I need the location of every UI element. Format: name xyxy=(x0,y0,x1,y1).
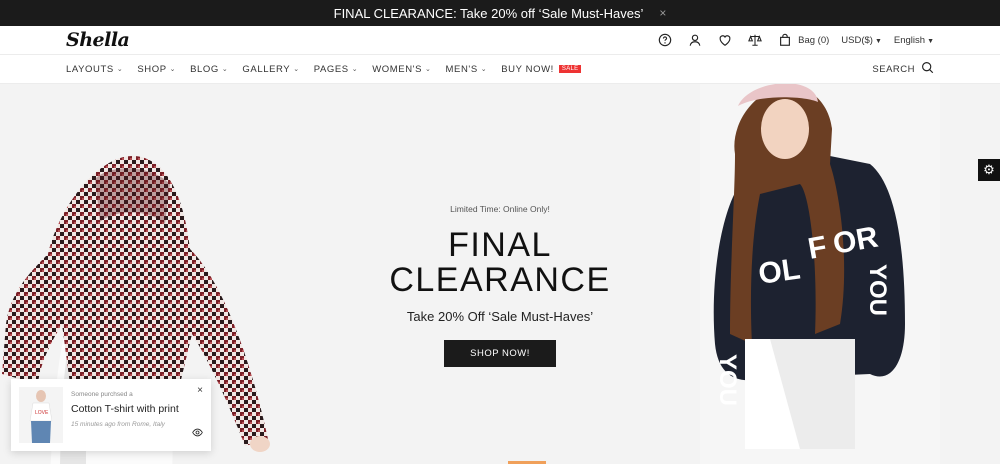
site-header: Shella Bag (0) USD($) ▼ English ▼ xyxy=(0,26,1000,55)
svg-text:LOVE: LOVE xyxy=(35,410,49,416)
nav-item-buy-now[interactable]: BUY NOW! SALE xyxy=(501,63,582,75)
hero-headline-line2: CLEARANCE xyxy=(389,260,611,299)
currency-selector[interactable]: USD($) ▼ xyxy=(841,35,882,46)
chevron-down-icon: ▼ xyxy=(927,37,934,45)
bag-button[interactable]: Bag (0) xyxy=(776,31,829,49)
hero-headline: FINAL CLEARANCE xyxy=(340,228,660,297)
nav-item-label: WOMEN'S xyxy=(372,63,423,75)
chevron-down-icon: ⌄ xyxy=(293,66,300,73)
chevron-down-icon: ⌄ xyxy=(351,66,359,73)
announcement-bar: FINAL CLEARANCE: Take 20% off ‘Sale Must… xyxy=(0,0,1000,26)
popup-product-name[interactable]: Cotton T-shirt with print xyxy=(71,403,203,415)
header-actions: Bag (0) USD($) ▼ English ▼ xyxy=(656,31,934,49)
popup-intro: Someone purchsed a xyxy=(71,391,133,398)
search-icon xyxy=(921,61,934,77)
nav-item-label: LAYOUTS xyxy=(66,63,114,75)
announcement-text: FINAL CLEARANCE: Take 20% off ‘Sale Must… xyxy=(333,5,644,21)
chevron-down-icon: ▼ xyxy=(874,37,882,45)
currency-label: USD($) xyxy=(841,34,873,46)
bag-label: Bag (0) xyxy=(798,34,830,46)
nav-item-label: BUY NOW! xyxy=(501,63,554,75)
popup-text: Someone purchsed a Cotton T-shirt with p… xyxy=(71,387,203,443)
chevron-down-icon: ⌄ xyxy=(480,66,488,73)
chevron-down-icon: ⌄ xyxy=(221,66,229,73)
nav-item-label: PAGES xyxy=(313,63,349,75)
nav-item-blog[interactable]: BLOG ⌄ xyxy=(190,64,228,75)
help-icon[interactable] xyxy=(656,31,674,49)
hero-image-right: OL F OR YOU YOU xyxy=(700,84,940,464)
chevron-down-icon: ⌄ xyxy=(116,66,124,73)
compare-icon[interactable] xyxy=(746,31,764,49)
recent-purchase-popup[interactable]: LOVE Someone purchsed a Cotton T-shirt w… xyxy=(11,379,211,451)
product-thumbnail[interactable]: LOVE xyxy=(19,387,63,443)
shop-now-button[interactable]: SHOP NOW! xyxy=(444,340,556,368)
announcement-close-icon[interactable]: × xyxy=(659,6,666,20)
language-selector[interactable]: English ▼ xyxy=(894,35,934,46)
bag-icon xyxy=(776,31,794,49)
nav-item-mens[interactable]: MEN'S ⌄ xyxy=(446,64,488,75)
popup-meta: 15 minutes ago from Rome, Italy xyxy=(71,421,165,428)
nav-item-womens[interactable]: WOMEN'S ⌄ xyxy=(372,64,431,75)
hero-headline-line1: FINAL xyxy=(448,226,552,264)
search-label: SEARCH xyxy=(872,63,915,75)
sale-badge: SALE xyxy=(558,65,582,73)
svg-text:OL: OL xyxy=(756,252,802,290)
nav-item-label: GALLERY xyxy=(242,63,291,75)
chevron-down-icon: ⌄ xyxy=(169,66,177,73)
user-icon[interactable] xyxy=(686,31,704,49)
nav-item-pages[interactable]: PAGES ⌄ xyxy=(314,64,359,75)
search-button[interactable]: SEARCH xyxy=(872,61,934,77)
hero-banner: OL F OR YOU YOU Limited Time: Online Onl… xyxy=(0,84,1000,464)
nav-item-shop[interactable]: SHOP ⌄ xyxy=(137,64,176,75)
hero-eyebrow: Limited Time: Online Only! xyxy=(450,204,550,214)
nav-item-layouts[interactable]: LAYOUTS ⌄ xyxy=(66,64,123,75)
svg-text:YOU: YOU xyxy=(714,354,741,406)
chevron-down-icon: ⌄ xyxy=(425,66,432,73)
hero-content: Limited Time: Online Only! FINAL CLEARAN… xyxy=(340,204,660,368)
nav-item-label: SHOP xyxy=(137,63,167,75)
hero-subline: Take 20% Off ‘Sale Must-Haves’ xyxy=(406,309,594,325)
settings-gear-icon[interactable]: ⚙ xyxy=(978,159,1000,181)
language-label: English xyxy=(893,34,926,46)
heart-icon[interactable] xyxy=(716,31,734,49)
logo[interactable]: Shella xyxy=(66,29,130,51)
main-nav: LAYOUTS ⌄ SHOP ⌄ BLOG ⌄ GALLERY ⌄ PAGES ⌄ WOM… xyxy=(0,55,1000,84)
nav-item-label: MEN'S xyxy=(445,63,478,75)
popup-close-icon[interactable]: × xyxy=(197,385,203,396)
nav-item-gallery[interactable]: GALLERY ⌄ xyxy=(242,64,299,75)
nav-item-label: BLOG xyxy=(190,63,219,75)
svg-text:YOU: YOU xyxy=(864,264,891,316)
quick-view-eye-icon[interactable] xyxy=(192,425,203,443)
